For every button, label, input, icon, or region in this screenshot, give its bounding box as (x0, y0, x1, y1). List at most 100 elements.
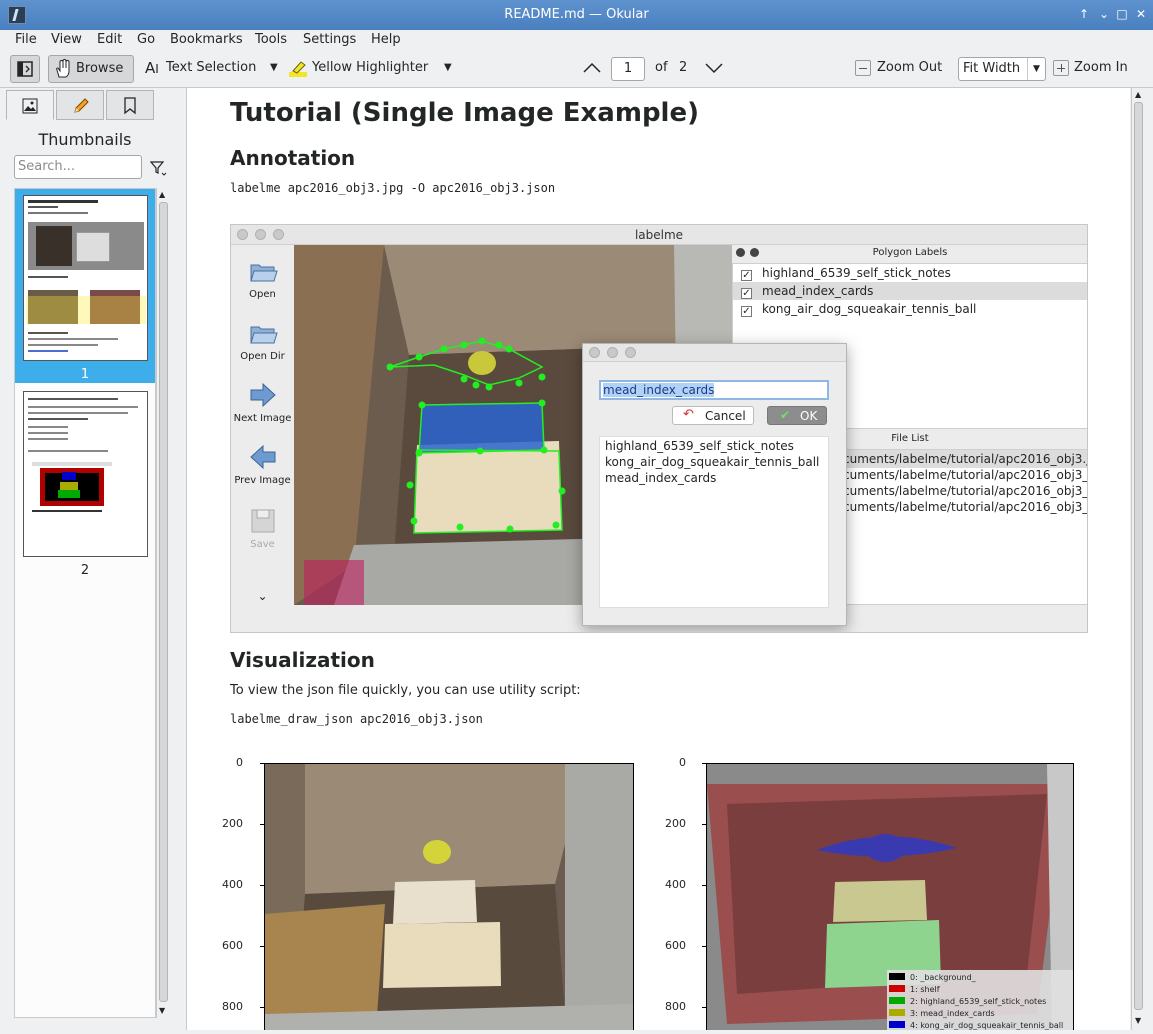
thumbnail-list[interactable]: 1 2 (14, 188, 156, 1018)
menu-tools[interactable]: Tools (255, 32, 287, 47)
legend-item: 4: kong_air_dog_squeakair_tennis_ball (887, 1020, 1073, 1030)
folder-open-icon (249, 264, 278, 282)
zoom-out-icon (855, 60, 871, 76)
zoom-mode-value: Fit Width (963, 61, 1021, 76)
label-suggestion-list: highland_6539_self_stick_notes kong_air_… (599, 436, 829, 608)
image-icon (22, 98, 38, 114)
label-name-input: mead_index_cards (599, 380, 829, 400)
scroll-up-icon[interactable]: ▲ (1135, 90, 1141, 99)
minimize-icon[interactable]: ⌄ (1096, 6, 1112, 22)
labelme-save-tool: Save (231, 507, 294, 550)
label-cancel-button: ↶ Cancel (672, 406, 754, 425)
zoom-mode-select[interactable]: Fit Width ▼ (958, 57, 1046, 81)
page-total-label: 2 (679, 60, 688, 75)
legend-swatch (889, 1021, 905, 1028)
keep-above-icon[interactable]: ↑ (1076, 6, 1092, 22)
polygon-label-item: ✓ highland_6539_self_stick_notes (741, 266, 951, 281)
tab-annotations[interactable] (56, 90, 104, 120)
folder-open-icon (249, 326, 278, 344)
hand-icon (56, 59, 70, 78)
thumbnails-heading: Thumbnails (38, 130, 132, 149)
document-title: Tutorial (Single Image Example) (230, 98, 699, 128)
y-tick-label: 400 (665, 878, 686, 891)
y-tick-label: 800 (665, 1000, 686, 1013)
label-ok-button: ✔ OK (767, 406, 827, 425)
legend-item: 2: highland_6539_self_stick_notes (887, 996, 1073, 1008)
highlighter-dropdown[interactable]: ▼ (444, 55, 458, 83)
y-tick-label: 600 (665, 939, 686, 952)
undo-icon: ↶ (683, 407, 694, 422)
browse-tool-button[interactable]: Browse (48, 55, 134, 83)
scroll-down-icon[interactable]: ▼ (159, 1006, 165, 1015)
zoom-in-icon (1053, 60, 1069, 76)
original-image-plot: 0 200 400 600 800 (222, 753, 637, 1030)
labelme-next-label: Next Image (233, 413, 292, 424)
scroll-down-icon[interactable]: ▼ (1135, 1016, 1141, 1025)
tab-bookmarks[interactable] (106, 90, 154, 120)
legend-swatch (889, 985, 905, 992)
highlighter-label: Yellow Highlighter (312, 60, 429, 75)
legend-item: 3: mead_index_cards (887, 1008, 1073, 1020)
legend-item: 1: shelf (887, 984, 1073, 996)
page-number-1: 1 (80, 367, 90, 382)
next-page-icon[interactable] (704, 61, 724, 75)
menu-help[interactable]: Help (371, 32, 401, 47)
thumbnail-search-input[interactable]: Search... (14, 155, 142, 179)
pencil-icon (74, 98, 89, 113)
text-selection-label: Text Selection (166, 60, 257, 75)
labelme-next-tool: Next Image (231, 381, 294, 424)
document-scrollbar[interactable]: ▲ ▼ (1131, 88, 1145, 1030)
zoom-out-button[interactable]: Zoom Out (855, 55, 950, 83)
thumbnail-scroll-thumb[interactable] (159, 202, 168, 1002)
labelme-prev-label: Prev Image (234, 475, 291, 486)
menu-file[interactable]: File (15, 32, 37, 47)
visualization-heading: Visualization (230, 648, 375, 672)
tab-thumbnails[interactable] (6, 90, 54, 120)
filter-icon[interactable] (150, 160, 168, 178)
annotation-heading: Annotation (230, 146, 356, 170)
window-title: README.md — Okular (504, 7, 649, 22)
label-overlay-image: 0: _background_ 1: shelf 2: highland_653… (706, 763, 1074, 1030)
maximize-icon[interactable]: □ (1114, 6, 1130, 22)
chart-legend: 0: _background_ 1: shelf 2: highland_653… (887, 972, 1073, 1030)
page-number-input[interactable]: 1 (611, 57, 645, 81)
zoom-out-label: Zoom Out (877, 60, 943, 75)
label-suggestion-item: kong_air_dog_squeakair_tennis_ball (605, 455, 820, 469)
zoom-in-button[interactable]: Zoom In (1053, 55, 1143, 83)
menu-bar: File View Edit Go Bookmarks Tools Settin… (0, 30, 1153, 50)
text-cursor-icon: AI (145, 59, 159, 77)
labelme-open-label: Open (249, 289, 276, 300)
text-selection-button[interactable]: AI Text Selection (145, 55, 275, 83)
float-icon (750, 248, 759, 257)
page-thumbnail-1[interactable] (23, 195, 148, 361)
checkmark-icon: ✔ (780, 408, 791, 422)
labelme-save-label: Save (250, 539, 275, 550)
menu-view[interactable]: View (51, 32, 82, 47)
labelme-screenshot: labelme Open Open Dir Next Image Prev Im… (230, 224, 1088, 633)
title-bar: README.md — Okular ↑ ⌄ □ ✕ (0, 0, 1153, 30)
close-icon[interactable]: ✕ (1133, 6, 1149, 22)
menu-go[interactable]: Go (137, 32, 155, 47)
thumbnail-scrollbar[interactable]: ▲ ▼ (156, 188, 170, 1018)
sidebar-panel-icon (17, 61, 33, 77)
visualization-command: labelme_draw_json apc2016_obj3.json (230, 712, 483, 726)
highlighter-button[interactable]: Yellow Highlighter (288, 55, 438, 83)
page-thumbnail-2[interactable] (23, 391, 148, 557)
legend-swatch (889, 997, 905, 1004)
menu-edit[interactable]: Edit (97, 32, 122, 47)
menu-bookmarks[interactable]: Bookmarks (170, 32, 243, 47)
page-number-2: 2 (80, 563, 90, 578)
arrow-right-icon (250, 382, 276, 408)
original-photo (264, 763, 634, 1030)
scroll-up-icon[interactable]: ▲ (159, 190, 165, 199)
text-selection-dropdown[interactable]: ▼ (270, 55, 284, 83)
document-view[interactable]: Tutorial (Single Image Example) Annotati… (186, 88, 1130, 1030)
menu-settings[interactable]: Settings (303, 32, 356, 47)
previous-page-icon[interactable] (582, 61, 602, 75)
file-list-item: cuments/labelme/tutorial/apc2016_obj3_js… (843, 500, 1088, 514)
zoom-in-label: Zoom In (1074, 60, 1128, 75)
document-scroll-thumb[interactable] (1134, 102, 1143, 1010)
y-tick-label: 0 (679, 756, 686, 769)
sidebar-toggle-button[interactable] (10, 55, 40, 83)
bookmark-icon (124, 97, 136, 115)
